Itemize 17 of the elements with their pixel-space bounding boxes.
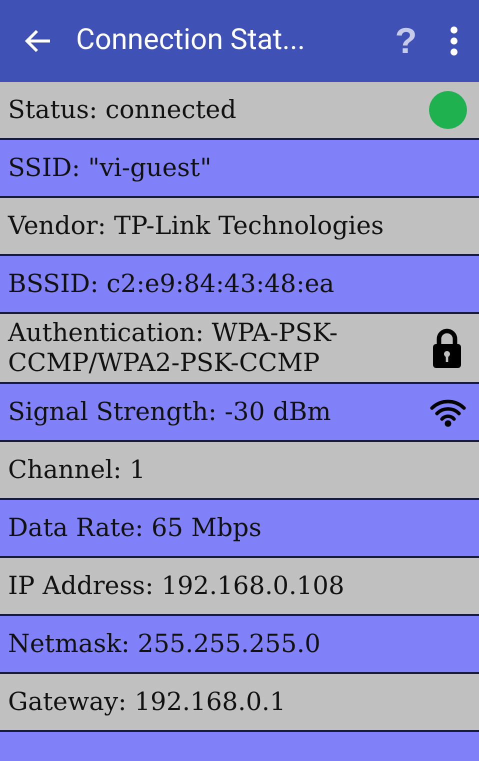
info-text: Channel: 1 <box>8 455 146 485</box>
app-title: Connection Stat... <box>76 22 306 60</box>
info-text: IP Address: 192.168.0.108 <box>8 571 346 601</box>
info-text: SSID: "vi-guest" <box>8 153 212 183</box>
lock-icon <box>431 327 463 369</box>
help-button[interactable]: ? <box>387 14 425 68</box>
info-text: Signal Strength: -30 dBm <box>8 397 332 427</box>
info-text: Gateway: 192.168.0.1 <box>8 687 287 717</box>
more-options-icon[interactable] <box>449 26 459 56</box>
info-text: Netmask: 255.255.255.0 <box>8 629 322 659</box>
info-text: Authentication: WPA-PSK-CCMP/WPA2-PSK-CCMP <box>8 318 339 378</box>
info-text: BSSID: c2:e9:84:43:48:ea <box>8 269 336 299</box>
info-text: Status: connected <box>8 95 238 125</box>
wifi-icon <box>429 397 467 427</box>
info-text: Data Rate: 65 Mbps <box>8 513 263 543</box>
back-icon[interactable] <box>24 29 52 53</box>
info-text: Vendor: TP-Link Technologies <box>8 211 385 241</box>
